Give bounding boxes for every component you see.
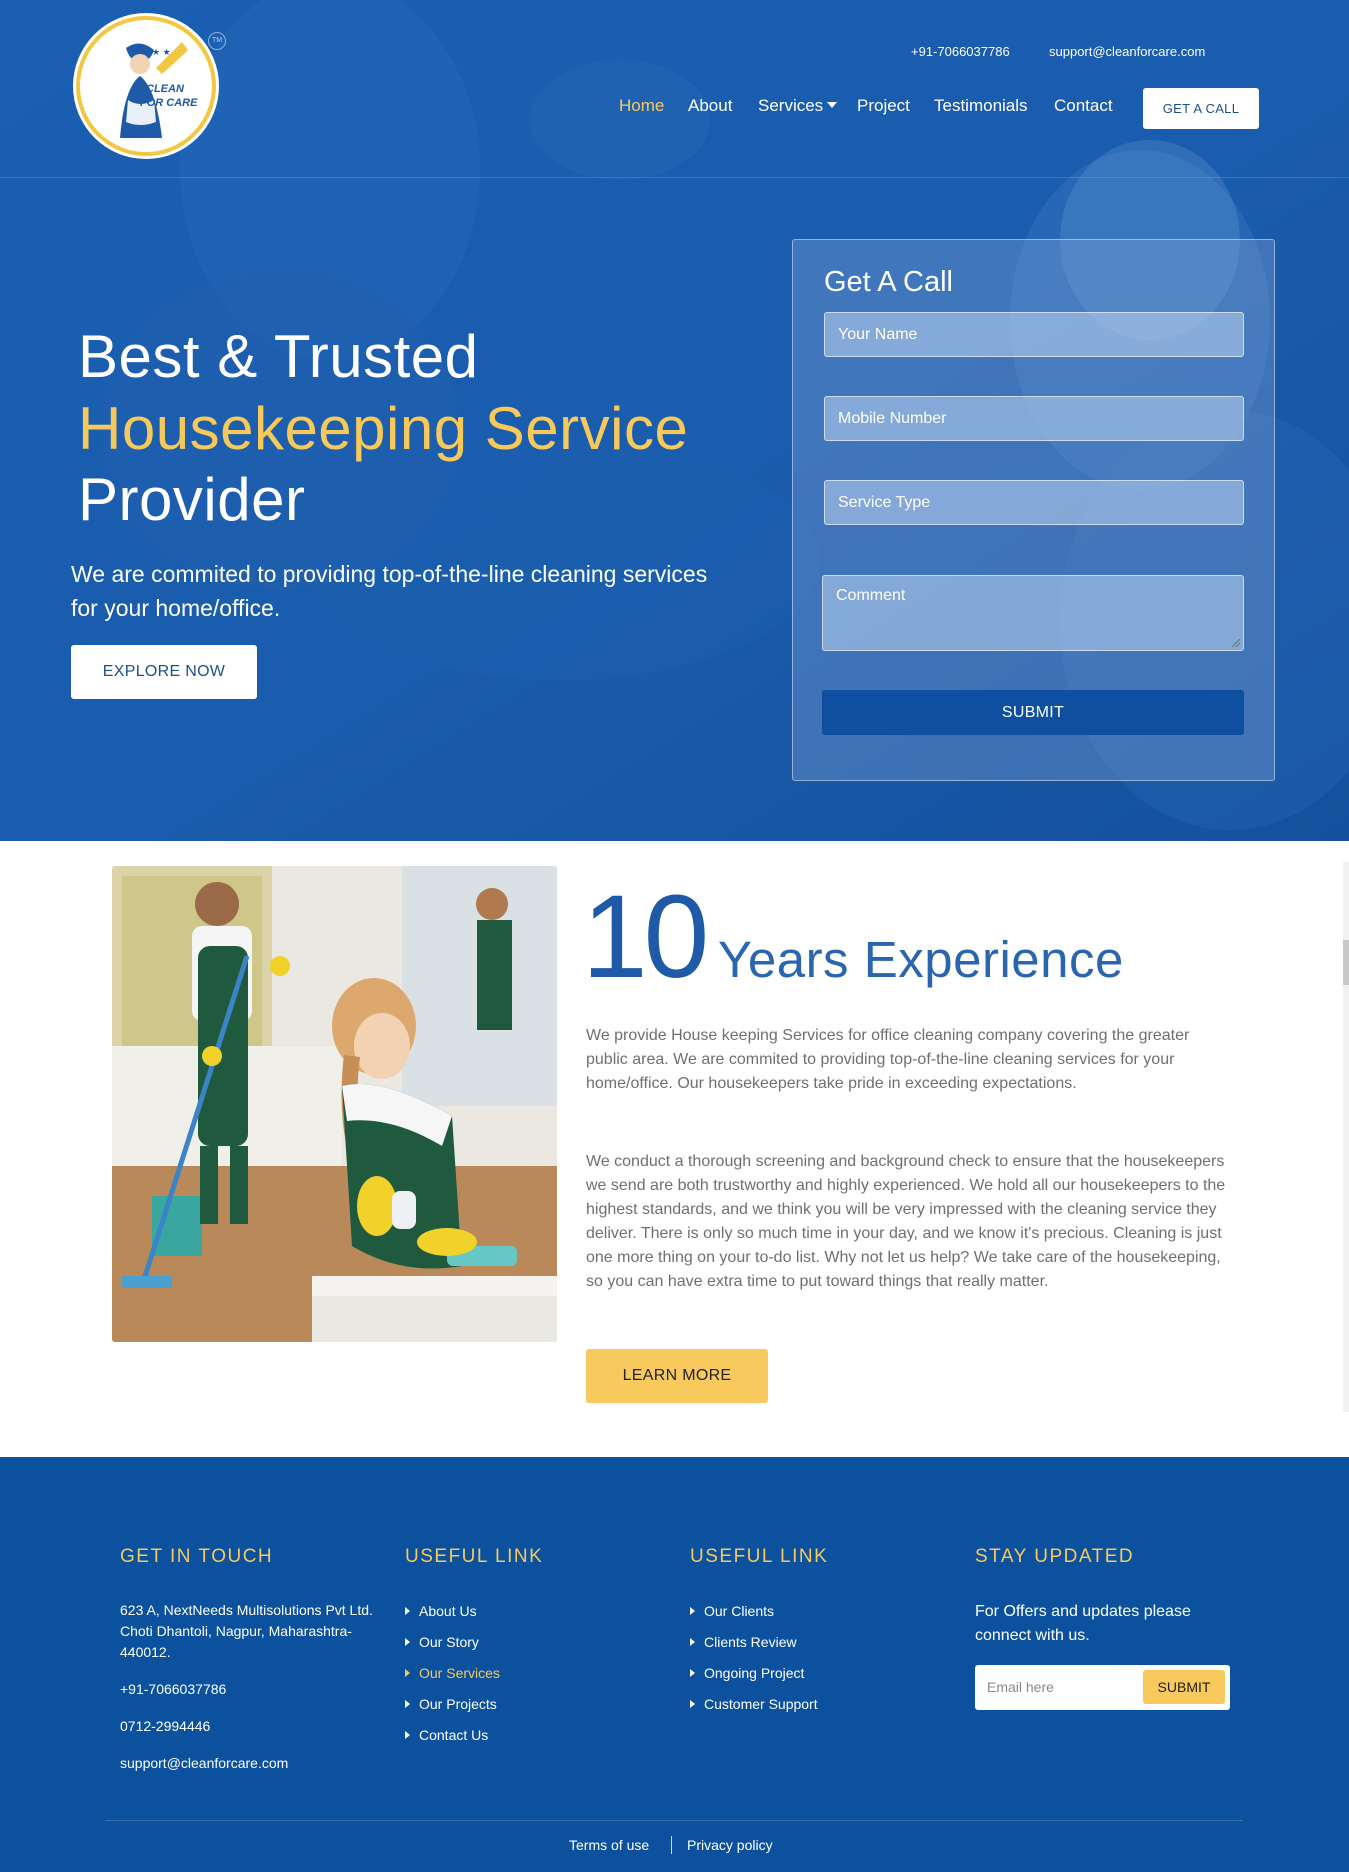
legal-separator: [671, 1836, 672, 1854]
newsletter-submit-button[interactable]: SUBMIT: [1143, 1670, 1225, 1704]
nav-about[interactable]: About: [688, 96, 732, 116]
footer-heading-useful-link-1: USEFUL LINK: [405, 1546, 544, 1567]
about-paragraph-1: We provide House keeping Services for of…: [586, 1027, 1190, 1092]
hero-subtitle: We are commited to providing top-of-the-…: [71, 561, 708, 621]
comment-textarea[interactable]: Comment: [822, 575, 1244, 651]
name-input[interactable]: Your Name: [824, 312, 1244, 357]
footer-link-our-story[interactable]: Our Story: [405, 1634, 479, 1650]
learn-more-button[interactable]: LEARN MORE: [586, 1349, 768, 1403]
brand-logo[interactable]: ★ ★ CLEAN FOR CARE: [76, 16, 216, 156]
get-a-call-button[interactable]: GET A CALL: [1143, 88, 1259, 129]
hero-title-line-3: Provider: [78, 466, 306, 533]
form-title: Get A Call: [824, 266, 953, 298]
comment-placeholder: Comment: [836, 587, 906, 604]
newsletter-email-input[interactable]: Email here SUBMIT: [975, 1665, 1230, 1710]
footer-address: 623 A, NextNeeds Multisolutions Pvt Ltd.…: [120, 1602, 373, 1660]
scrollbar-thumb[interactable]: [1343, 940, 1349, 985]
maid-logo-icon: ★ ★ CLEAN FOR CARE: [84, 24, 208, 148]
logo-text-for-care: FOR CARE: [140, 97, 198, 109]
cleaning-staff-photo: [112, 866, 557, 1342]
nav-testimonials[interactable]: Testimonials: [934, 96, 1028, 116]
header-divider: [0, 177, 1349, 178]
nav-services[interactable]: Services: [758, 96, 838, 116]
footer-updates-text: For Offers and updates please connect wi…: [975, 1603, 1191, 1644]
footer-link-our-clients[interactable]: Our Clients: [690, 1603, 774, 1619]
nav-home[interactable]: Home: [619, 96, 664, 116]
footer-link-contact-us[interactable]: Contact Us: [405, 1727, 488, 1743]
footer-landline[interactable]: 0712-2994446: [120, 1716, 210, 1737]
trademark-badge: TM: [208, 32, 226, 50]
nav-services-label: Services: [758, 96, 824, 115]
form-submit-button[interactable]: SUBMIT: [822, 690, 1244, 735]
service-type-input[interactable]: Service Type: [824, 480, 1244, 525]
mobile-number-input[interactable]: Mobile Number: [824, 396, 1244, 441]
footer-heading-stay-updated: STAY UPDATED: [975, 1546, 1135, 1567]
footer-link-ongoing-project[interactable]: Ongoing Project: [690, 1665, 804, 1681]
footer-link-clients-review[interactable]: Clients Review: [690, 1634, 797, 1650]
footer-divider: [105, 1820, 1243, 1821]
explore-now-button[interactable]: EXPLORE NOW: [71, 645, 257, 699]
experience-label: Years Experience: [718, 931, 1124, 988]
footer-heading-get-in-touch: GET IN TOUCH: [120, 1546, 274, 1567]
footer-heading-useful-link-2: USEFUL LINK: [690, 1546, 829, 1567]
footer-link-customer-support[interactable]: Customer Support: [690, 1696, 818, 1712]
footer-email[interactable]: support@cleanforcare.com: [120, 1753, 288, 1774]
footer-phone[interactable]: +91-7066037786: [120, 1679, 226, 1700]
privacy-policy-link[interactable]: Privacy policy: [687, 1837, 773, 1853]
header-phone[interactable]: +91-7066037786: [911, 44, 1010, 59]
about-paragraph-2: We conduct a thorough screening and back…: [586, 1153, 1226, 1290]
experience-number: 10: [582, 871, 709, 1003]
hero-section: ★ ★ CLEAN FOR CARE TM +91-7066037786 sup…: [0, 0, 1349, 841]
svg-text:★ ★: ★ ★: [152, 47, 171, 57]
resize-handle-icon[interactable]: [1232, 639, 1240, 647]
nav-project[interactable]: Project: [857, 96, 910, 116]
footer-link-our-services[interactable]: Our Services: [405, 1665, 500, 1681]
chevron-down-icon: [827, 102, 838, 108]
footer-link-about-us[interactable]: About Us: [405, 1603, 477, 1619]
terms-of-use-link[interactable]: Terms of use: [569, 1837, 649, 1853]
hero-title-line-1: Best & Trusted: [78, 323, 479, 390]
hero-title-line-2: Housekeeping Service: [78, 395, 689, 462]
header-email[interactable]: support@cleanforcare.com: [1049, 44, 1205, 59]
email-placeholder: Email here: [987, 1679, 1054, 1695]
nav-contact[interactable]: Contact: [1054, 96, 1113, 116]
footer-link-our-projects[interactable]: Our Projects: [405, 1696, 497, 1712]
logo-text-clean: CLEAN: [146, 83, 185, 95]
